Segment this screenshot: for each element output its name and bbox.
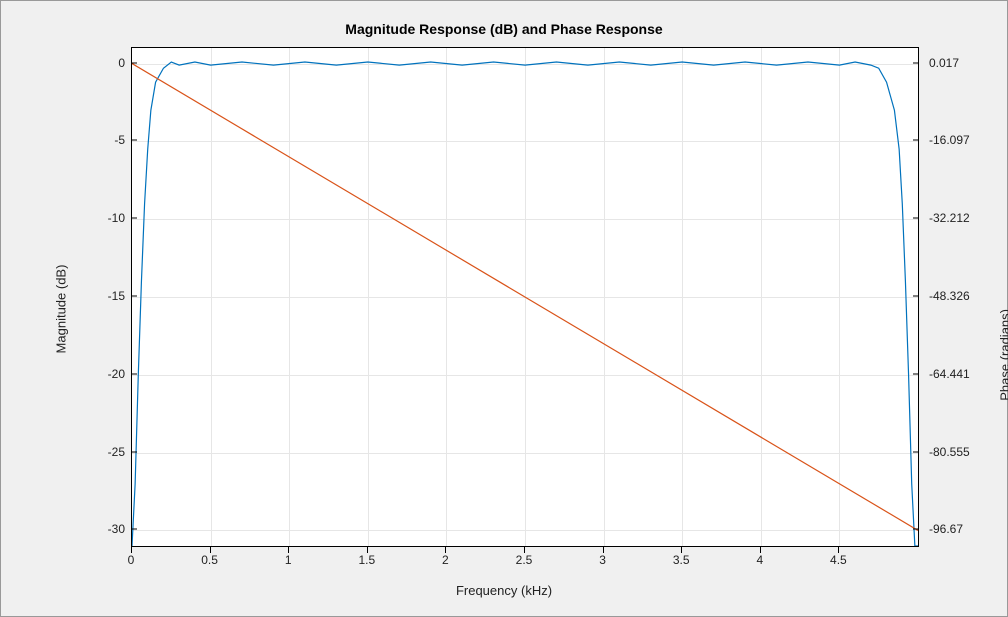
figure-window: Magnitude Response (dB) and Phase Respon…	[0, 0, 1008, 617]
y-tick-label-left: -5	[85, 133, 125, 147]
y-tick-label-right: -32.212	[929, 211, 989, 225]
phase-line	[132, 64, 918, 531]
y-tick-label-right: -96.67	[929, 522, 989, 536]
y-tick-label-right: -16.097	[929, 133, 989, 147]
y-tick-label-right: -48.326	[929, 289, 989, 303]
x-axis-label: Frequency (kHz)	[1, 583, 1007, 598]
x-tick-label: 3	[599, 553, 606, 567]
x-tick-label: 2	[442, 553, 449, 567]
y-tick-label-left: -10	[85, 211, 125, 225]
x-tick-label: 2.5	[516, 553, 533, 567]
y-tick-label-left: -25	[85, 445, 125, 459]
axes[interactable]	[131, 47, 919, 547]
plot-lines	[132, 48, 918, 546]
chart-title: Magnitude Response (dB) and Phase Respon…	[1, 21, 1007, 37]
y-tick-label-right: 0.017	[929, 56, 989, 70]
x-tick-label: 4	[756, 553, 763, 567]
y-tick-label-left: -15	[85, 289, 125, 303]
x-tick-label: 3.5	[673, 553, 690, 567]
y-tick-label-right: -64.441	[929, 367, 989, 381]
y-tick-label-left: -30	[85, 522, 125, 536]
x-tick-label: 1.5	[358, 553, 375, 567]
y-tick-label-left: -20	[85, 367, 125, 381]
y-axis-label-left: Magnitude (dB)	[54, 264, 69, 353]
magnitude-line	[132, 62, 918, 546]
y-tick-label-right: -80.555	[929, 445, 989, 459]
y-axis-label-right: Phase (radians)	[998, 309, 1008, 401]
x-tick-label: 0	[128, 553, 135, 567]
y-tick-label-left: 0	[85, 56, 125, 70]
x-tick-label: 4.5	[830, 553, 847, 567]
x-tick-label: 0.5	[201, 553, 218, 567]
x-tick-label: 1	[285, 553, 292, 567]
